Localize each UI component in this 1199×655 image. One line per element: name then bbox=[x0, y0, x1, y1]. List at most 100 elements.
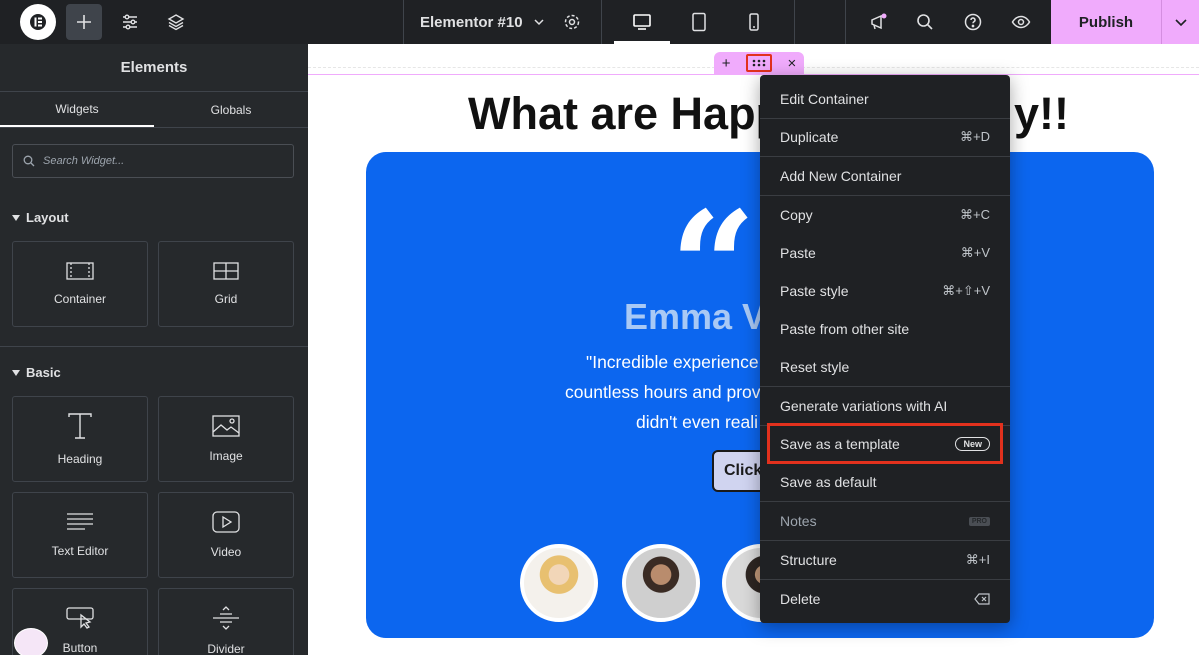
editor-canvas: + × What are Happ y!! “ Emma V "Incredib… bbox=[308, 44, 1199, 655]
avatar[interactable] bbox=[622, 544, 700, 622]
image-icon bbox=[212, 415, 240, 437]
text-editor-icon bbox=[67, 513, 93, 530]
widget-label: Image bbox=[209, 449, 243, 463]
publish-button[interactable]: Publish bbox=[1051, 0, 1161, 44]
menu-item-paste-style[interactable]: Paste style ⌘+⇧+V bbox=[760, 272, 1010, 310]
publish-options-button[interactable] bbox=[1161, 0, 1199, 44]
menu-item-notes[interactable]: Notes PRO bbox=[760, 502, 1010, 540]
widget-heading[interactable]: Heading bbox=[12, 396, 148, 482]
widget-image[interactable]: Image bbox=[158, 396, 294, 482]
tab-globals[interactable]: Globals bbox=[154, 92, 308, 127]
section-layout-toggle[interactable]: Layout bbox=[12, 210, 69, 225]
mobile-view-icon[interactable] bbox=[736, 4, 772, 40]
section-title: Layout bbox=[26, 210, 69, 225]
container-handle: + × bbox=[714, 52, 804, 74]
menu-item-add-new-container[interactable]: Add New Container bbox=[760, 157, 1010, 195]
chevron-down-icon bbox=[534, 19, 544, 26]
add-container-plus-icon[interactable]: + bbox=[722, 55, 731, 72]
document-title-dropdown[interactable]: Elementor #10 bbox=[420, 0, 545, 44]
shortcut-hint: ⌘+I bbox=[965, 552, 990, 567]
whats-new-megaphone-icon[interactable] bbox=[860, 4, 896, 40]
add-element-button[interactable] bbox=[66, 4, 102, 40]
floating-assistant-icon[interactable] bbox=[14, 628, 48, 655]
menu-item-copy[interactable]: Copy ⌘+C bbox=[760, 196, 1010, 234]
search-widget-input[interactable]: Search Widget... bbox=[12, 144, 294, 178]
chevron-down-icon bbox=[1174, 19, 1187, 27]
widget-label: Divider bbox=[207, 642, 245, 655]
preview-eye-icon[interactable] bbox=[1003, 4, 1039, 40]
widget-label: Button bbox=[62, 641, 98, 655]
menu-item-label: Generate variations with AI bbox=[780, 398, 948, 414]
tablet-view-icon[interactable] bbox=[681, 4, 717, 40]
section-basic-toggle[interactable]: Basic bbox=[12, 365, 61, 380]
divider-icon bbox=[213, 606, 239, 630]
site-settings-icon[interactable] bbox=[112, 4, 148, 40]
widget-label: Text Editor bbox=[51, 544, 109, 558]
video-play-icon bbox=[212, 511, 240, 533]
menu-item-label: Paste from other site bbox=[780, 321, 910, 337]
tab-widgets[interactable]: Widgets bbox=[0, 92, 154, 127]
avatar[interactable] bbox=[520, 544, 598, 622]
menu-item-label: Save as default bbox=[780, 474, 877, 490]
menu-item-label: Edit Container bbox=[780, 91, 869, 107]
container-context-menu: Edit Container Duplicate ⌘+D Add New Con… bbox=[760, 75, 1010, 623]
search-icon bbox=[23, 155, 35, 167]
widget-divider[interactable]: Divider bbox=[158, 588, 294, 655]
menu-item-delete[interactable]: Delete bbox=[760, 580, 1010, 618]
menu-item-generate-variations-ai[interactable]: Generate variations with AI bbox=[760, 387, 1010, 425]
grid-icon bbox=[213, 262, 239, 280]
panel-tabs: Widgets Globals bbox=[0, 92, 308, 128]
widget-grid[interactable]: Grid bbox=[158, 241, 294, 327]
menu-item-paste-from-other-site[interactable]: Paste from other site bbox=[760, 310, 1010, 348]
menu-item-label: Structure bbox=[780, 552, 837, 568]
page-heading[interactable]: What are Happ bbox=[468, 88, 783, 140]
panel-title: Elements bbox=[0, 44, 308, 92]
widget-label: Grid bbox=[214, 292, 238, 306]
structure-layers-icon[interactable] bbox=[158, 4, 194, 40]
help-icon[interactable] bbox=[955, 4, 991, 40]
search-placeholder: Search Widget... bbox=[43, 155, 125, 167]
container-icon bbox=[66, 262, 94, 280]
widget-label: Heading bbox=[57, 452, 103, 466]
save-as-template-highlight bbox=[767, 423, 1003, 464]
menu-item-label: Reset style bbox=[780, 359, 850, 375]
widget-container[interactable]: Container bbox=[12, 241, 148, 327]
menu-item-duplicate[interactable]: Duplicate ⌘+D bbox=[760, 118, 1010, 156]
delete-container-close-icon[interactable]: × bbox=[787, 55, 796, 72]
button-cursor-icon bbox=[66, 607, 94, 629]
caret-down-icon bbox=[12, 214, 20, 221]
elements-panel: Elements Widgets Globals Search Widget..… bbox=[0, 44, 308, 655]
pro-badge: PRO bbox=[968, 516, 990, 526]
menu-item-save-as-default[interactable]: Save as default bbox=[760, 463, 1010, 501]
shortcut-hint: ⌘+⇧+V bbox=[942, 283, 990, 298]
widget-text-editor[interactable]: Text Editor bbox=[12, 492, 148, 578]
section-title: Basic bbox=[26, 365, 61, 380]
menu-item-label: Notes bbox=[780, 513, 817, 529]
desktop-view-icon[interactable] bbox=[624, 4, 660, 40]
heading-t-icon bbox=[68, 413, 92, 439]
menu-item-label: Copy bbox=[780, 207, 813, 223]
widget-video[interactable]: Video bbox=[158, 492, 294, 578]
menu-item-label: Paste bbox=[780, 245, 816, 261]
page-settings-gear-icon[interactable] bbox=[554, 4, 590, 40]
menu-item-label: Duplicate bbox=[780, 129, 839, 145]
shortcut-hint: ⌘+V bbox=[960, 245, 990, 260]
shortcut-hint: ⌘+D bbox=[960, 129, 990, 144]
menu-item-label: Delete bbox=[780, 591, 821, 607]
heading-text: What are Happ bbox=[468, 88, 784, 139]
menu-item-structure[interactable]: Structure ⌘+I bbox=[760, 541, 1010, 579]
elementor-logo-icon[interactable] bbox=[20, 4, 56, 40]
widget-label: Container bbox=[53, 292, 107, 306]
drag-grip-icon[interactable] bbox=[745, 54, 772, 72]
search-icon[interactable] bbox=[907, 4, 943, 40]
menu-item-label: Paste style bbox=[780, 283, 849, 299]
page-heading-tail: y!! bbox=[1014, 88, 1069, 139]
document-title: Elementor #10 bbox=[420, 13, 523, 31]
container-outline bbox=[308, 74, 1199, 75]
caret-down-icon bbox=[12, 369, 20, 376]
menu-item-reset-style[interactable]: Reset style bbox=[760, 348, 1010, 386]
shortcut-hint: ⌘+C bbox=[960, 207, 990, 222]
menu-item-edit-container[interactable]: Edit Container bbox=[760, 80, 1010, 118]
testimonial-name: Emma V bbox=[624, 296, 767, 337]
menu-item-paste[interactable]: Paste ⌘+V bbox=[760, 234, 1010, 272]
